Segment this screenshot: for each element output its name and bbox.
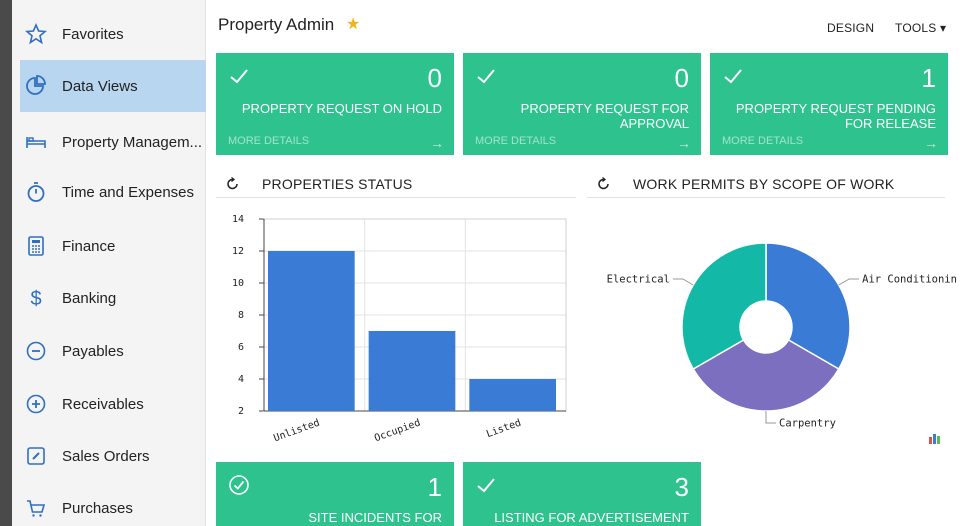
sidebar-item-label: Favorites <box>62 25 124 43</box>
minus-circle-icon <box>24 339 48 363</box>
more-details-link[interactable]: MORE DETAILS <box>228 135 309 147</box>
refresh-icon[interactable] <box>226 176 240 191</box>
y-tick-label: 10 <box>232 278 244 289</box>
calculator-icon <box>24 234 48 258</box>
sidebar-item-payables[interactable]: Payables <box>20 325 206 377</box>
bar-listed[interactable] <box>469 379 556 411</box>
tile-title: PROPERTY REQUEST PENDING FOR RELEASE <box>735 101 936 131</box>
more-details-link[interactable]: MORE DETAILS <box>475 135 556 147</box>
cart-icon <box>24 496 48 520</box>
widget-title: PROPERTIES STATUS <box>262 175 413 192</box>
tile-title: PROPERTY REQUEST ON HOLD <box>241 101 442 116</box>
sidebar-item-banking[interactable]: $ Banking <box>20 272 206 324</box>
tile-count: 0 <box>427 63 442 93</box>
sidebar-item-label: Purchases <box>62 499 133 517</box>
sidebar-item-time-and-expenses[interactable]: Time and Expenses <box>20 166 206 218</box>
y-tick-label: 4 <box>238 374 244 385</box>
slice-connector <box>838 278 860 286</box>
tile-count: 0 <box>674 63 689 93</box>
tile-count: 1 <box>921 63 936 93</box>
more-details-link[interactable]: MORE DETAILS <box>722 135 803 147</box>
properties-status-header: PROPERTIES STATUS <box>216 170 576 198</box>
tile-property-request-pending-release[interactable]: 1 PROPERTY REQUEST PENDING FOR RELEASE M… <box>710 53 948 155</box>
star-outline-icon <box>24 22 48 46</box>
bed-icon <box>24 130 48 154</box>
sidebar-item-label: Banking <box>62 289 117 307</box>
tile-title: LISTING FOR ADVERTISEMENT <box>494 510 689 525</box>
sidebar-item-sales-orders[interactable]: Sales Orders <box>20 430 206 482</box>
design-button[interactable]: DESIGN <box>827 21 874 35</box>
svg-text:$: $ <box>30 288 41 310</box>
x-tick-label: Occupied <box>373 417 422 444</box>
sidebar-item-label: Time and Expenses <box>62 183 195 201</box>
tile-count: 1 <box>427 472 442 502</box>
arrow-right-icon[interactable]: → <box>924 135 938 151</box>
sidebar-item-label: Data Views <box>62 77 138 95</box>
edit-icon <box>24 444 48 468</box>
slice-label: Carpentry <box>779 418 836 430</box>
widget-title: WORK PERMITS BY SCOPE OF WORK <box>633 175 895 192</box>
sidebar-item-label: Payables <box>62 342 124 360</box>
page-title: Property Admin <box>218 15 335 34</box>
work-permits-chart: Air Conditioning Carpentry Electrical <box>607 242 957 430</box>
sidebar-item-favorites[interactable]: Favorites <box>20 8 206 60</box>
check-circle-icon <box>229 475 249 495</box>
check-icon <box>477 478 495 493</box>
slice-connector <box>765 411 776 424</box>
sidebar-item-data-views[interactable]: Data Views <box>20 60 206 112</box>
favorite-star-icon[interactable]: ★ <box>346 14 360 34</box>
tile-property-request-on-hold[interactable]: 0 PROPERTY REQUEST ON HOLD MORE DETAILS … <box>216 53 454 155</box>
y-tick-label: 2 <box>238 406 244 417</box>
y-tick-label: 6 <box>238 342 244 353</box>
tools-menu-button[interactable]: TOOLS ▾ <box>895 21 946 35</box>
work-permits-header: WORK PERMITS BY SCOPE OF WORK <box>587 170 945 198</box>
slice-label: Air Conditioning <box>862 274 957 286</box>
left-strip <box>0 0 12 526</box>
arrow-right-icon[interactable]: → <box>430 135 444 151</box>
arrow-right-icon[interactable]: → <box>677 135 691 151</box>
sidebar-item-label: Sales Orders <box>62 447 150 465</box>
bar-occupied[interactable] <box>368 331 456 411</box>
properties-status-chart: 2 4 6 8 10 12 14 Unlisted Occupied Listed <box>232 214 567 444</box>
sidebar-item-finance[interactable]: Finance <box>20 220 206 272</box>
refresh-icon[interactable] <box>597 176 611 191</box>
slice-connector <box>672 278 694 286</box>
tile-title: SITE INCIDENTS FOR <box>308 510 442 525</box>
y-tick-label: 8 <box>238 310 244 321</box>
tile-count: 3 <box>674 472 689 502</box>
pie-chart-icon <box>24 74 48 98</box>
check-icon <box>230 69 248 84</box>
check-icon <box>477 69 495 84</box>
plus-circle-icon <box>24 392 48 416</box>
x-tick-label: Unlisted <box>272 417 321 444</box>
check-icon <box>724 69 742 84</box>
tile-title: PROPERTY REQUEST FOR APPROVAL <box>520 101 689 131</box>
app-window: Favorites Data Views Property Managem... Ti… <box>0 0 962 526</box>
sidebar-item-label: Property Managem... <box>62 133 203 151</box>
slice-label: Electrical <box>607 274 670 286</box>
stopwatch-icon <box>24 180 48 204</box>
sidebar-item-property-managem[interactable]: Property Managem... <box>20 116 206 168</box>
chart-export-icon[interactable] <box>928 432 942 444</box>
sidebar: Favorites Data Views Property Managem... Ti… <box>12 0 206 526</box>
sidebar-item-purchases[interactable]: Purchases <box>20 482 206 526</box>
x-tick-label: Listed <box>485 417 523 440</box>
dollar-icon: $ <box>24 286 48 310</box>
y-tick-label: 14 <box>232 214 244 225</box>
tile-property-request-for-approval[interactable]: 0 PROPERTY REQUEST FOR APPROVAL MORE DET… <box>463 53 701 155</box>
sidebar-item-label: Receivables <box>62 395 144 413</box>
sidebar-item-receivables[interactable]: Receivables <box>20 378 206 430</box>
tile-site-incidents[interactable]: 1 SITE INCIDENTS FOR <box>216 462 454 526</box>
bar-unlisted[interactable] <box>268 251 355 411</box>
sidebar-item-label: Finance <box>62 237 116 255</box>
tile-listing-for-advertisement[interactable]: 3 LISTING FOR ADVERTISEMENT <box>463 462 701 526</box>
y-tick-label: 12 <box>232 246 244 257</box>
